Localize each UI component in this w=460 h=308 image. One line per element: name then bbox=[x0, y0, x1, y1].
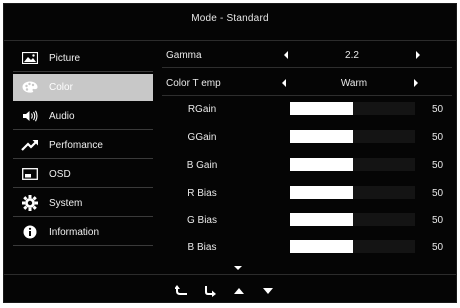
info-icon bbox=[21, 225, 39, 239]
osd-title: Mode - Standard bbox=[191, 13, 269, 24]
back-icon[interactable] bbox=[174, 284, 190, 298]
sidebar-item-label: Audio bbox=[49, 110, 75, 122]
osd-menu: Mode - Standard Picture Color Audio Perf… bbox=[4, 4, 456, 302]
sidebar-item-label: Perfomance bbox=[49, 139, 103, 151]
sidebar-item-system[interactable]: System bbox=[13, 190, 153, 217]
speaker-icon bbox=[21, 109, 39, 123]
slider-track[interactable] bbox=[290, 240, 415, 253]
slider-label: RGain bbox=[187, 104, 217, 115]
slider-label: B Bias bbox=[187, 242, 217, 253]
gear-icon bbox=[21, 195, 39, 211]
bottom-divider bbox=[4, 274, 456, 275]
row-divider bbox=[162, 67, 452, 68]
trend-arrow-icon bbox=[21, 138, 39, 152]
slider-label: G Bias bbox=[186, 215, 217, 226]
down-icon[interactable] bbox=[260, 284, 276, 298]
sidebar: Picture Color Audio Perfomance OSD Syste… bbox=[13, 45, 153, 246]
color-temp-increase-arrow-icon[interactable] bbox=[414, 79, 418, 87]
palette-icon bbox=[21, 80, 39, 94]
up-icon[interactable] bbox=[231, 284, 247, 298]
color-temp-decrease-arrow-icon[interactable] bbox=[282, 79, 286, 87]
slider-fill bbox=[290, 186, 353, 199]
slider-label: GGain bbox=[187, 132, 217, 143]
slider-label: R Bias bbox=[187, 188, 217, 199]
picture-icon bbox=[21, 51, 39, 65]
sidebar-item-label: Color bbox=[49, 81, 73, 93]
row-divider bbox=[162, 95, 452, 96]
slider-value: 50 bbox=[432, 242, 444, 253]
gamma-decrease-arrow-icon[interactable] bbox=[284, 51, 288, 59]
slider-track[interactable] bbox=[290, 130, 415, 143]
slider-track[interactable] bbox=[290, 213, 415, 226]
sidebar-item-audio[interactable]: Audio bbox=[13, 103, 153, 130]
slider-row-bgain[interactable]: B Gain 50 bbox=[162, 156, 452, 176]
slider-value: 50 bbox=[432, 215, 444, 226]
slider-fill bbox=[290, 102, 353, 115]
gamma-value: 2.2 bbox=[345, 50, 359, 61]
slider-value: 50 bbox=[432, 132, 444, 143]
gamma-increase-arrow-icon[interactable] bbox=[416, 51, 420, 59]
slider-row-gbias[interactable]: G Bias 50 bbox=[162, 211, 452, 231]
slider-value: 50 bbox=[432, 188, 444, 199]
color-temp-label: Color T emp bbox=[166, 78, 221, 89]
slider-track[interactable] bbox=[290, 158, 415, 171]
slider-value: 50 bbox=[432, 104, 444, 115]
sidebar-item-picture[interactable]: Picture bbox=[13, 45, 153, 72]
sidebar-item-osd[interactable]: OSD bbox=[13, 161, 153, 188]
enter-icon[interactable] bbox=[202, 284, 218, 298]
gamma-label: Gamma bbox=[166, 50, 202, 61]
slider-fill bbox=[290, 240, 353, 253]
slider-row-rbias[interactable]: R Bias 50 bbox=[162, 184, 452, 204]
slider-track[interactable] bbox=[290, 102, 415, 115]
slider-fill bbox=[290, 130, 353, 143]
sidebar-item-color[interactable]: Color bbox=[13, 74, 153, 101]
sidebar-item-label: Picture bbox=[49, 52, 81, 64]
sidebar-item-perfomance[interactable]: Perfomance bbox=[13, 132, 153, 159]
sidebar-item-label: System bbox=[49, 197, 83, 209]
title-divider bbox=[4, 40, 456, 41]
slider-row-ggain[interactable]: GGain 50 bbox=[162, 128, 452, 148]
slider-fill bbox=[290, 213, 353, 226]
sidebar-item-information[interactable]: Information bbox=[13, 219, 153, 246]
sidebar-item-label: OSD bbox=[49, 168, 71, 180]
slider-label: B Gain bbox=[186, 160, 218, 171]
slider-row-rgain[interactable]: RGain 50 bbox=[162, 100, 452, 120]
color-temp-setting[interactable]: Color T emp Warm bbox=[162, 74, 452, 96]
scroll-down-indicator-icon bbox=[234, 266, 242, 270]
slider-row-bbias[interactable]: B Bias 50 bbox=[162, 238, 452, 258]
osd-window-icon bbox=[21, 167, 39, 181]
color-temp-value: Warm bbox=[340, 78, 368, 89]
slider-value: 50 bbox=[432, 160, 444, 171]
gamma-setting[interactable]: Gamma 2.2 bbox=[162, 46, 452, 68]
sidebar-item-label: Information bbox=[49, 226, 100, 238]
slider-track[interactable] bbox=[290, 186, 415, 199]
slider-fill bbox=[290, 158, 353, 171]
